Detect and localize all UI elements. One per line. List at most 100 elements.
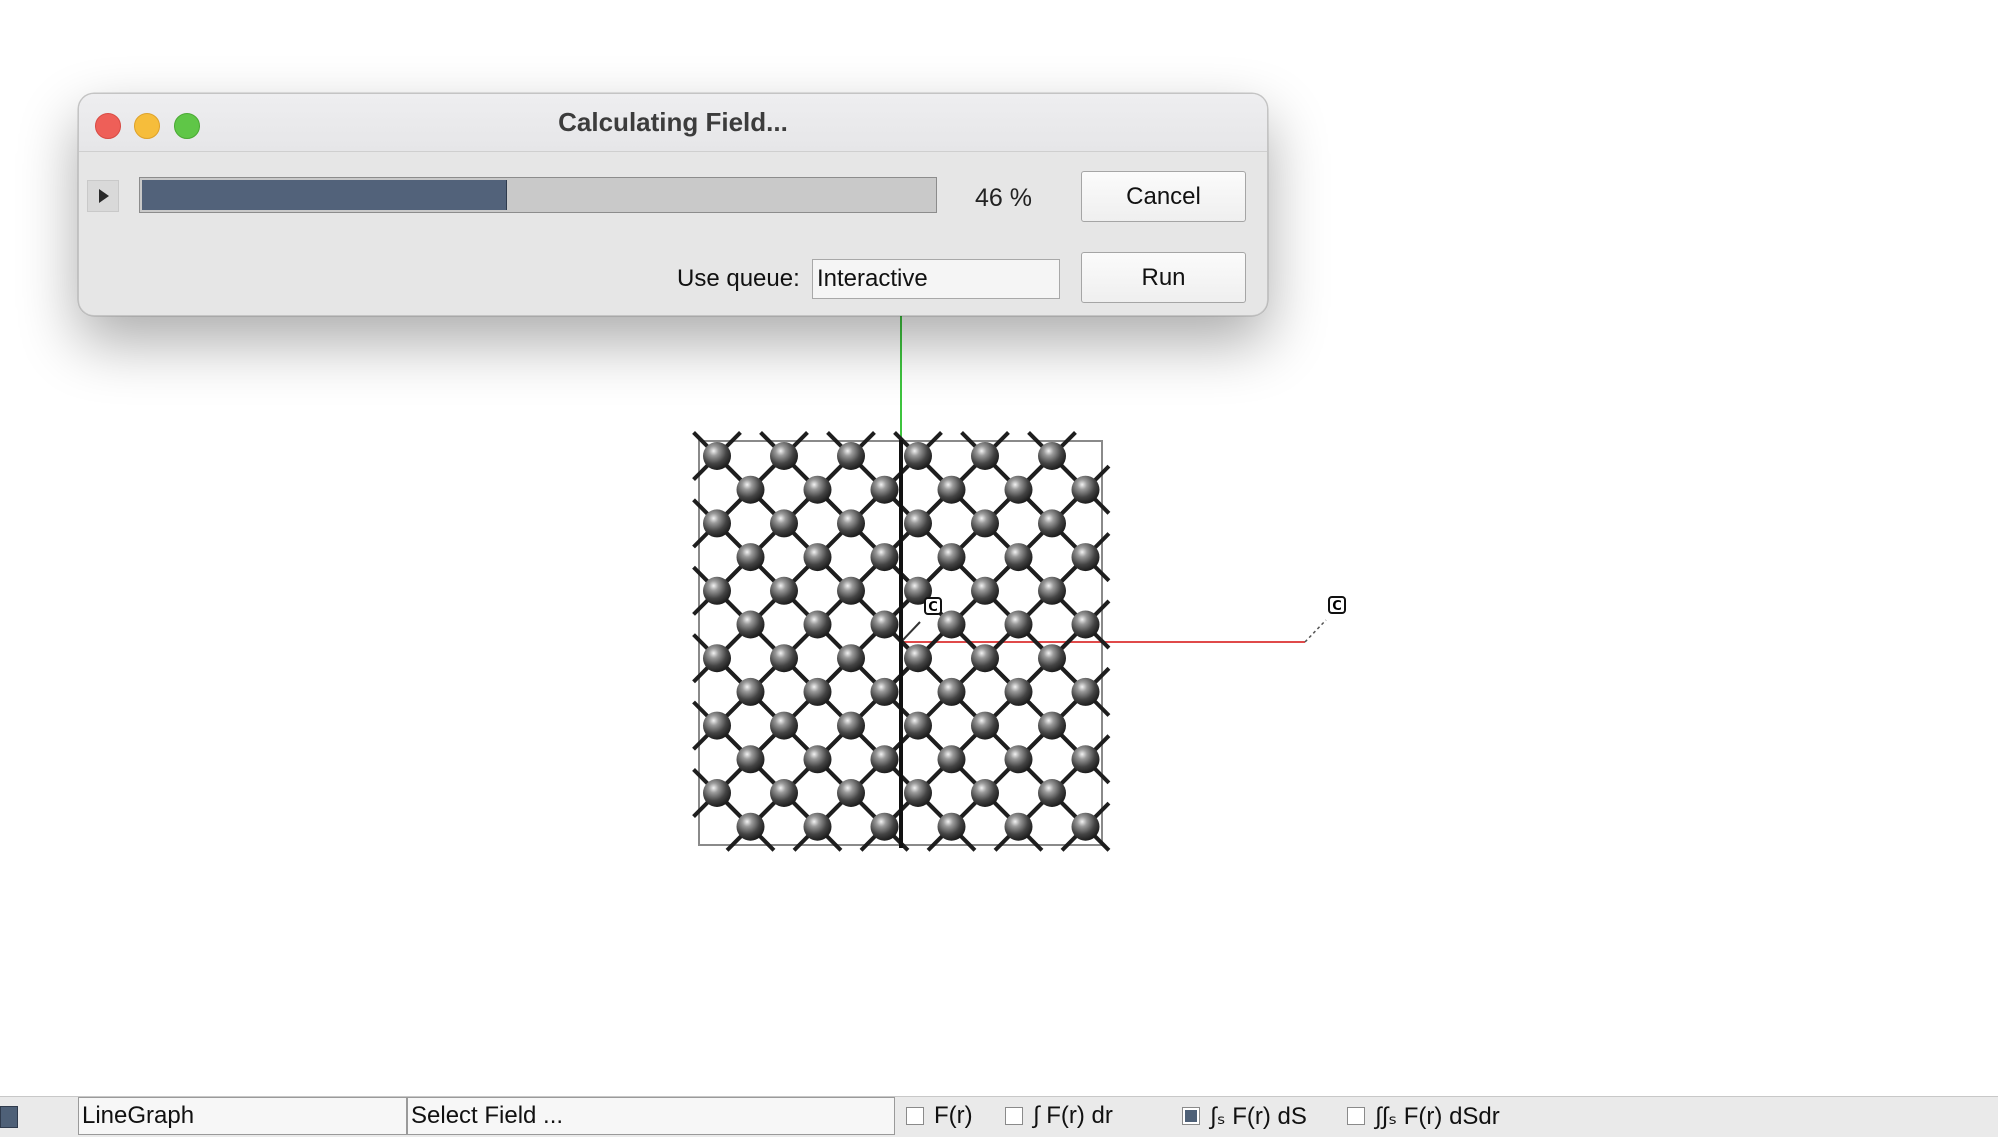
carbon-atom[interactable] <box>837 711 865 740</box>
calculating-field-dialog: Calculating Field... 46 % Cancel Use que… <box>78 93 1268 316</box>
carbon-atom[interactable] <box>1004 745 1033 774</box>
dialog-titlebar[interactable]: Calculating Field... <box>79 94 1267 152</box>
option-label: ∫ F(r) dr <box>1033 1102 1113 1129</box>
carbon-atom[interactable] <box>803 677 832 706</box>
carbon-atom[interactable] <box>1071 812 1100 841</box>
carbon-atom[interactable] <box>770 711 798 740</box>
carbon-atom[interactable] <box>971 711 999 740</box>
carbon-atom[interactable] <box>870 745 899 774</box>
carbon-atom[interactable] <box>904 711 932 740</box>
carbon-atom[interactable] <box>1038 711 1066 740</box>
carbon-atom[interactable] <box>770 442 798 470</box>
carbon-atom[interactable] <box>904 779 932 807</box>
carbon-atom[interactable] <box>1071 610 1100 639</box>
carbon-atom[interactable] <box>870 677 899 706</box>
expand-details-icon[interactable] <box>87 180 119 212</box>
progress-bar <box>139 177 937 213</box>
graph-type-select[interactable]: LineGraph <box>78 1097 407 1135</box>
carbon-atom[interactable] <box>803 543 832 572</box>
carbon-atom[interactable] <box>1071 543 1100 572</box>
carbon-atom[interactable] <box>937 812 966 841</box>
option-fr[interactable]: F(r) <box>906 1097 973 1135</box>
carbon-atom[interactable] <box>1038 442 1066 470</box>
carbon-atom[interactable] <box>971 509 999 538</box>
carbon-atom[interactable] <box>1071 475 1100 504</box>
option-double-integral[interactable]: ∫∫ₛ F(r) dSdr <box>1347 1097 1500 1135</box>
carbon-atom[interactable] <box>837 442 865 470</box>
carbon-atom[interactable] <box>736 543 765 572</box>
carbon-atom[interactable] <box>1038 576 1066 605</box>
axis-tick <box>1304 619 1327 643</box>
carbon-atom[interactable] <box>1038 509 1066 538</box>
progress-bar-fill <box>142 180 507 210</box>
checkbox[interactable] <box>1347 1107 1365 1125</box>
carbon-atom[interactable] <box>1038 644 1066 673</box>
carbon-atom[interactable] <box>1004 677 1033 706</box>
carbon-atom[interactable] <box>770 509 798 538</box>
carbon-atom[interactable] <box>770 779 798 807</box>
carbon-atom[interactable] <box>736 745 765 774</box>
carbon-atom[interactable] <box>803 475 832 504</box>
option-label: ∫ₛ F(r) dS <box>1210 1102 1307 1130</box>
field-select[interactable]: Select Field ... <box>407 1097 895 1135</box>
carbon-atom[interactable] <box>870 812 899 841</box>
close-window-button[interactable] <box>95 113 121 139</box>
carbon-atom[interactable] <box>803 812 832 841</box>
carbon-atom[interactable] <box>736 475 765 504</box>
carbon-atom[interactable] <box>703 509 731 538</box>
carbon-atom[interactable] <box>803 745 832 774</box>
carbon-atom[interactable] <box>971 576 999 605</box>
queue-input[interactable] <box>812 259 1060 299</box>
carbon-atom[interactable] <box>703 644 731 673</box>
maximize-window-button[interactable] <box>174 113 200 139</box>
checkbox[interactable] <box>1182 1107 1200 1125</box>
carbon-atom[interactable] <box>904 509 932 538</box>
run-button[interactable]: Run <box>1081 252 1246 303</box>
atom-label-far: C <box>1328 596 1346 614</box>
carbon-atom[interactable] <box>837 644 865 673</box>
carbon-atom[interactable] <box>1004 475 1033 504</box>
carbon-atom[interactable] <box>1004 610 1033 639</box>
checkbox[interactable] <box>906 1107 924 1125</box>
carbon-atom[interactable] <box>837 509 865 538</box>
carbon-atom[interactable] <box>837 779 865 807</box>
checkbox[interactable] <box>1005 1107 1023 1125</box>
carbon-atom[interactable] <box>904 442 932 470</box>
carbon-atom[interactable] <box>736 677 765 706</box>
carbon-atom[interactable] <box>971 644 999 673</box>
carbon-atom[interactable] <box>703 779 731 807</box>
option-surface-integral[interactable]: ∫ₛ F(r) dS <box>1182 1097 1307 1135</box>
minimize-window-button[interactable] <box>134 113 160 139</box>
option-integral-dr[interactable]: ∫ F(r) dr <box>1005 1097 1113 1135</box>
carbon-atom[interactable] <box>971 442 999 470</box>
carbon-atom[interactable] <box>937 543 966 572</box>
carbon-atom[interactable] <box>1071 677 1100 706</box>
carbon-atom[interactable] <box>1071 745 1100 774</box>
cancel-button[interactable]: Cancel <box>1081 171 1246 222</box>
carbon-atom[interactable] <box>736 610 765 639</box>
carbon-atom[interactable] <box>870 543 899 572</box>
carbon-atom[interactable] <box>837 576 865 605</box>
carbon-atom[interactable] <box>1004 543 1033 572</box>
carbon-atom[interactable] <box>937 475 966 504</box>
carbon-atom[interactable] <box>703 442 731 470</box>
carbon-atom[interactable] <box>770 644 798 673</box>
carbon-atom[interactable] <box>870 610 899 639</box>
carbon-atom[interactable] <box>736 812 765 841</box>
carbon-atom[interactable] <box>971 779 999 807</box>
carbon-atom[interactable] <box>703 711 731 740</box>
toolbar-color-swatch[interactable] <box>0 1106 18 1128</box>
carbon-atom[interactable] <box>1004 812 1033 841</box>
carbon-atom[interactable] <box>870 475 899 504</box>
carbon-atom[interactable] <box>937 745 966 774</box>
carbon-atom[interactable] <box>937 677 966 706</box>
carbon-atom[interactable] <box>937 610 966 639</box>
queue-label: Use queue: <box>677 265 800 292</box>
carbon-atom[interactable] <box>770 576 798 605</box>
carbon-atom[interactable] <box>1038 779 1066 807</box>
z-axis-stub <box>900 621 921 643</box>
carbon-atom[interactable] <box>904 644 932 673</box>
carbon-atom[interactable] <box>703 576 731 605</box>
carbon-atom[interactable] <box>803 610 832 639</box>
option-label: ∫∫ₛ F(r) dSdr <box>1375 1102 1500 1130</box>
